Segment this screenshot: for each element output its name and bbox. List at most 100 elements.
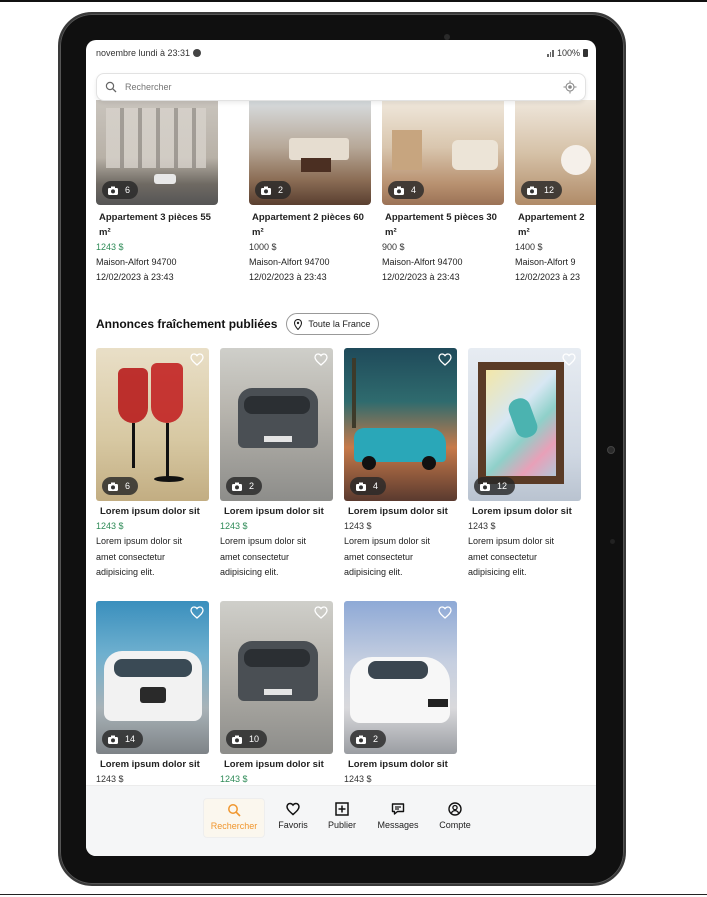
listing-photo[interactable]: 14 [96,601,209,754]
listing-card[interactable]: 6 Appartement 3 pièces 55 m² 1243 $ Mais… [96,100,218,285]
photo-count-badge: 4 [350,477,387,495]
apartments-carousel[interactable]: 6 Appartement 3 pièces 55 m² 1243 $ Mais… [96,100,596,290]
listing-card[interactable]: 12 Appartement 2 m² 1400 $ Maison-Alfort … [515,100,596,285]
listing-location: Maison-Alfort 94700 [382,257,463,267]
nav-account[interactable]: Compte [435,798,475,838]
search-input[interactable] [125,82,563,92]
camera-icon [232,482,242,491]
listing-card[interactable]: 12 Lorem ipsum dolor sit 1243 $ Lorem ip… [468,348,581,581]
listing-photo[interactable]: 10 [220,601,333,754]
camera-icon [527,186,537,195]
listing-title: Appartement 5 pièces 30 m² [385,212,497,238]
listing-photo[interactable]: 12 [468,348,581,501]
listing-price: 900 $ [382,242,405,252]
photo-count-badge: 6 [102,477,139,495]
photo-count-badge: 2 [350,730,387,748]
favorite-heart-icon[interactable] [438,606,452,619]
favorite-heart-icon[interactable] [190,353,204,366]
listing-card[interactable]: 14 Lorem ipsum dolor sit 1243 $ [96,601,209,787]
nav-messages-label: Messages [377,820,419,830]
photo-count-badge: 10 [226,730,268,748]
listing-price: 1400 $ [515,242,543,252]
listing-description: Lorem ipsum dolor sit amet consectetur adi… [96,536,183,577]
listing-card[interactable]: 2 Appartement 2 pièces 60 m² 1000 $ Mais… [249,100,371,285]
camera-icon [108,482,118,491]
nav-publish[interactable]: Publier [324,798,360,838]
side-sensor [610,539,615,544]
favorite-heart-icon[interactable] [562,353,576,366]
camera-icon [261,186,271,195]
map-pin-icon [294,318,303,330]
nav-messages[interactable]: Messages [374,798,422,838]
listing-photo[interactable]: 2 [249,100,371,205]
window-top-border [0,0,707,2]
search-bar[interactable] [96,73,586,101]
listing-date: 12/02/2023 à 23:43 [96,272,174,282]
camera-icon [232,735,242,744]
camera-icon [108,735,118,744]
listing-photo[interactable]: 4 [344,348,457,501]
listing-description: Lorem ipsum dolor sit amet consectetur adi… [220,536,307,577]
photo-count-badge: 12 [474,477,516,495]
listing-price: 1243 $ [468,521,496,531]
camera-icon [356,735,366,744]
favorite-heart-icon[interactable] [190,606,204,619]
listing-photo[interactable]: 6 [96,100,218,205]
battery-level: 100% [556,48,580,58]
listing-price: 1243 $ [96,242,124,252]
listing-date: 12/02/2023 à 23 [515,272,581,282]
listing-card[interactable]: 2 Lorem ipsum dolor sit 1243 $ [344,601,457,787]
listing-title: Lorem ipsum dolor sit [348,759,448,770]
listing-card[interactable]: 4 Lorem ipsum dolor sit 1243 $ Lorem ips… [344,348,457,581]
nav-search-label: Rechercher [210,821,258,831]
notification-icon [193,49,202,57]
search-icon [228,804,241,817]
listing-card[interactable]: 4 Appartement 5 pièces 30 m² 900 $ Maiso… [382,100,504,285]
photo-count-badge: 2 [255,181,292,199]
nav-favorites[interactable]: Favoris [276,798,310,838]
locate-me-icon[interactable] [563,80,577,94]
listing-photo[interactable]: 6 [96,348,209,501]
window-bottom-border [0,894,707,895]
listing-photo[interactable]: 4 [382,100,504,205]
listing-card[interactable]: 6 Lorem ipsum dolor sit 1243 $ Lorem ips… [96,348,209,581]
user-circle-icon [448,802,462,816]
listing-card[interactable]: 10 Lorem ipsum dolor sit 1243 $ [220,601,333,787]
app-screen: novembre lundi à 23:31 100% 6 Appartemen… [86,40,596,856]
nav-publish-label: Publier [327,820,356,830]
signal-icon [547,49,554,57]
nav-search[interactable]: Rechercher [203,798,265,838]
location-filter-label: Toute la France [308,319,371,329]
photo-count-badge: 6 [102,181,139,199]
listing-title: Lorem ipsum dolor sit [348,506,448,517]
favorite-heart-icon[interactable] [438,353,452,366]
favorite-heart-icon[interactable] [314,606,328,619]
location-filter-chip[interactable]: Toute la France [286,313,380,335]
camera-icon [108,186,118,195]
plus-square-icon [335,802,349,816]
listing-title: Appartement 2 pièces 60 m² [252,212,364,238]
listing-photo[interactable]: 12 [515,100,596,205]
listing-photo[interactable]: 2 [220,348,333,501]
nav-account-label: Compte [439,820,471,830]
photo-count-badge: 12 [521,181,563,199]
listing-location: Maison-Alfort 94700 [249,257,330,267]
listing-title: Appartement 2 m² [518,212,585,238]
photo-count-badge: 4 [388,181,425,199]
listing-description: Lorem ipsum dolor sit amet consectetur adi… [468,536,555,577]
heart-icon [286,802,300,816]
favorite-heart-icon[interactable] [314,353,328,366]
camera-icon [394,186,404,195]
listing-location: Maison-Alfort 94700 [96,257,177,267]
listing-card[interactable]: 2 Lorem ipsum dolor sit 1243 $ Lorem ips… [220,348,333,581]
listing-photo[interactable]: 2 [344,601,457,754]
listing-date: 12/02/2023 à 23:43 [249,272,327,282]
listing-description: Lorem ipsum dolor sit amet consectetur adi… [344,536,431,577]
listing-title: Appartement 3 pièces 55 m² [99,212,211,238]
camera-icon [356,482,366,491]
listing-price: 1000 $ [249,242,277,252]
listing-title: Lorem ipsum dolor sit [100,759,200,770]
photo-count-badge: 14 [102,730,144,748]
listing-title: Lorem ipsum dolor sit [472,506,572,517]
listing-price: 1243 $ [96,521,124,531]
